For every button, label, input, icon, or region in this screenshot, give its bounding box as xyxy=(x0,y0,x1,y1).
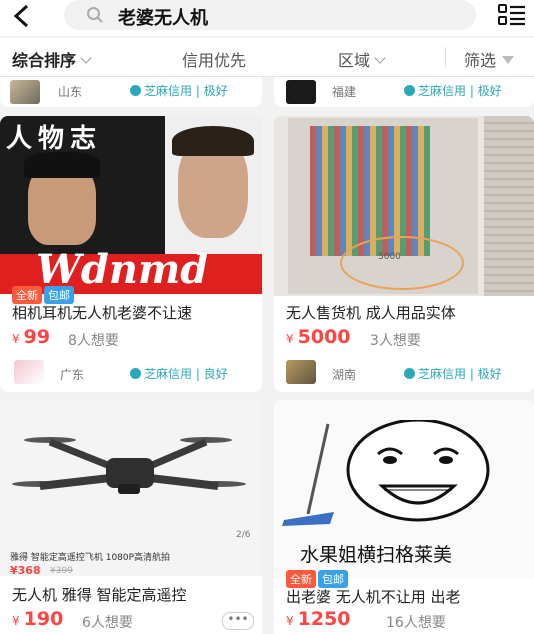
seller-location: 山东 xyxy=(58,85,83,99)
more-options-button[interactable]: ••• xyxy=(222,612,254,630)
credit-badge: 芝麻信用 | 良好 xyxy=(130,365,228,382)
credit-text: 芝麻信用 | 良好 xyxy=(144,367,228,381)
image-caption: 水果姐横扫格莱美 xyxy=(300,544,453,566)
filter-credit[interactable]: 信用优先 xyxy=(182,47,246,71)
meme-illustration xyxy=(282,420,490,526)
chevron-down-icon xyxy=(374,52,386,64)
credit-badge: 芝麻信用 | 极好 xyxy=(404,82,502,99)
currency-symbol: ¥ xyxy=(286,332,294,346)
price-value: 5000 xyxy=(297,326,351,348)
sesame-icon xyxy=(404,85,415,96)
want-count: 16人想要 xyxy=(386,615,446,631)
image-text: 人物志 xyxy=(6,124,103,154)
image-index: 2/6 xyxy=(236,530,251,540)
product-price: ¥1250 xyxy=(286,608,351,630)
product-price: ¥190 xyxy=(12,608,63,630)
sesame-icon xyxy=(130,85,141,96)
product-image[interactable]: 5000 xyxy=(274,116,534,296)
filter-sort[interactable]: 综合排序 xyxy=(12,47,92,71)
currency-symbol: ¥ xyxy=(286,614,294,628)
credit-badge: 芝麻信用 | 极好 xyxy=(404,365,502,382)
product-card[interactable]: 人物志 Wdnmd 全新 包邮 相机耳机无人机老婆不让速 ¥99 8人想要 广东 … xyxy=(0,116,262,392)
search-icon xyxy=(87,7,103,23)
search-query: 老婆无人机 xyxy=(118,8,208,29)
back-arrow-icon[interactable] xyxy=(10,2,34,30)
avatar xyxy=(14,360,44,384)
filter-region[interactable]: 区域 xyxy=(338,47,386,71)
sesame-icon xyxy=(404,368,415,379)
search-input[interactable]: 老婆无人机 xyxy=(64,0,476,30)
chevron-down-icon xyxy=(80,52,92,64)
price-value: 1250 xyxy=(297,608,351,630)
product-image[interactable]: 水果姐横扫格莱美 xyxy=(274,400,534,578)
funnel-icon xyxy=(502,56,515,64)
product-card[interactable]: 5000 无人售货机 成人用品实体 ¥5000 3人想要 湖南 芝麻信用 | 极… xyxy=(274,116,534,392)
product-card[interactable]: 山东 芝麻信用 | 极好 xyxy=(0,77,262,107)
avatar xyxy=(10,80,40,104)
sesame-icon xyxy=(130,368,141,379)
product-title: 无人机 雅得 智能定高遥控 xyxy=(12,586,187,604)
tag-group: 全新 包邮 xyxy=(286,568,350,588)
image-text: 5000 xyxy=(378,252,401,262)
seller-location: 福建 xyxy=(332,85,357,99)
currency-symbol: ¥ xyxy=(12,332,20,346)
want-count: 6人想要 xyxy=(82,615,133,631)
image-old-price: ¥399 xyxy=(50,566,73,576)
credit-text: 芝麻信用 | 极好 xyxy=(418,367,502,381)
price-value: 99 xyxy=(23,326,51,348)
product-price: ¥5000 xyxy=(286,326,351,348)
divider xyxy=(445,47,446,67)
credit-badge: 芝麻信用 | 极好 xyxy=(130,82,228,99)
tag-group: 全新 包邮 xyxy=(12,284,76,304)
product-image[interactable]: 人物志 Wdnmd xyxy=(0,116,262,294)
credit-text: 芝麻信用 | 极好 xyxy=(418,84,502,98)
product-card[interactable]: 福建 芝麻信用 | 极好 xyxy=(274,77,534,107)
avatar xyxy=(286,80,316,104)
product-price: ¥99 xyxy=(12,326,50,348)
avatar xyxy=(286,360,316,384)
filter-bar: 综合排序 信用优先 区域 筛选 xyxy=(0,38,534,77)
product-title: 出老婆 无人机不让用 出老 xyxy=(286,588,461,606)
filter-region-label: 区域 xyxy=(338,51,371,70)
filter-sort-label: 综合排序 xyxy=(12,51,77,70)
product-card[interactable]: 水果姐横扫格莱美 全新 包邮 出老婆 无人机不让用 出老 ¥1250 16人想要 xyxy=(274,400,534,634)
product-image[interactable]: 2/6 雅得 智能定高遥控飞机 1080P高清航拍 ¥368 ¥399 xyxy=(0,400,262,577)
seller-location: 广东 xyxy=(60,368,85,382)
filter-screen-label: 筛选 xyxy=(464,51,497,70)
credit-text: 芝麻信用 | 极好 xyxy=(144,84,228,98)
want-count: 3人想要 xyxy=(370,333,421,349)
list-view-icon[interactable] xyxy=(498,3,526,27)
seller-location: 湖南 xyxy=(332,368,357,382)
product-title: 相机耳机无人机老婆不让速 xyxy=(12,304,193,322)
drone-illustration xyxy=(12,437,246,494)
filter-credit-label: 信用优先 xyxy=(182,51,247,70)
filter-screen[interactable]: 筛选 xyxy=(464,47,515,71)
image-caption: 雅得 智能定高遥控飞机 1080P高清航拍 xyxy=(10,553,171,563)
top-bar: 老婆无人机 xyxy=(0,0,534,36)
want-count: 8人想要 xyxy=(68,333,119,349)
product-title: 无人售货机 成人用品实体 xyxy=(286,304,456,322)
image-price: ¥368 xyxy=(10,564,41,577)
product-card[interactable]: 2/6 雅得 智能定高遥控飞机 1080P高清航拍 ¥368 ¥399 无人机 … xyxy=(0,400,262,634)
price-value: 190 xyxy=(23,608,64,630)
currency-symbol: ¥ xyxy=(12,614,20,628)
